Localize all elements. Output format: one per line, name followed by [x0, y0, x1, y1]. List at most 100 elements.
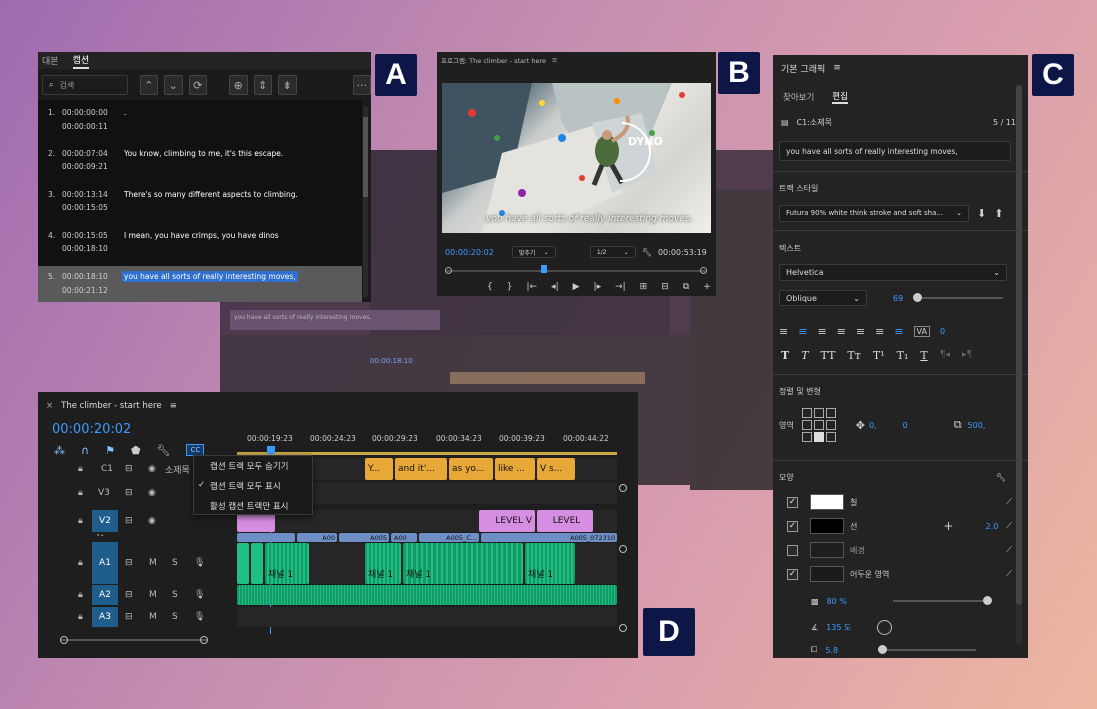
playhead[interactable]	[267, 446, 275, 454]
wrench-icon[interactable]: 🔧︎	[642, 248, 652, 257]
menu-item-show-active-only[interactable]: 활성 캡션 트랙만 표시	[210, 500, 289, 512]
close-icon[interactable]: ×	[46, 401, 53, 411]
chevron-up-icon[interactable]: ⌃	[139, 75, 158, 95]
caption-item[interactable]: 4. 00:00:15:05 00:00:18:10 I mean, you h…	[38, 226, 362, 258]
caption-text-field[interactable]: you have all sorts of really interesting…	[779, 141, 1011, 161]
vertical-zoom-handle[interactable]	[619, 624, 627, 632]
split-caption-icon[interactable]: ⇕	[253, 75, 272, 95]
horizontal-scrollbar[interactable]	[60, 636, 208, 644]
tab-script[interactable]: 대본	[42, 54, 59, 67]
overwrite-icon[interactable]: ⊟	[661, 282, 669, 292]
video-clip[interactable]: A00	[391, 533, 417, 542]
font-dropdown[interactable]: Helvetica ⌄	[779, 264, 1007, 281]
wrench-icon[interactable]: 🔧︎	[996, 473, 1006, 482]
program-scrubber[interactable]	[445, 265, 707, 275]
bold-icon[interactable]: T	[781, 349, 789, 362]
stroke-swatch[interactable]	[810, 518, 844, 534]
justify-last-icon[interactable]: ≡	[856, 325, 865, 338]
step-forward-icon[interactable]: |▸	[594, 282, 602, 292]
tab-captions[interactable]: 캡션	[72, 53, 90, 69]
fit-dropdown[interactable]: 맞추기 ⌄	[511, 246, 556, 258]
caption-item[interactable]: 2. 00:00:07:04 00:00:09:21 You know, cli…	[38, 144, 362, 176]
layer-name[interactable]: C1:소제목	[797, 117, 832, 128]
lock-icon[interactable]: 🔒︎	[78, 558, 83, 568]
more-icon[interactable]: ···	[352, 75, 371, 95]
nest-icon[interactable]: ⁂	[54, 444, 65, 457]
add-stroke-icon[interactable]: +	[943, 519, 953, 533]
font-size-slider[interactable]	[913, 293, 1004, 303]
panel-menu-icon[interactable]: ≡	[833, 63, 841, 73]
sync-lock-icon[interactable]: ⊟	[125, 516, 133, 526]
tab-browse[interactable]: 찾아보기	[783, 91, 814, 103]
mark-out-icon[interactable]: }	[507, 282, 513, 292]
audio-clip[interactable]: 채널 1	[265, 543, 309, 584]
microphone-icon[interactable]: 🎙︎	[194, 612, 205, 622]
sync-lock-icon[interactable]: ⊟	[125, 488, 133, 498]
stroke-checkbox[interactable]: ✓	[787, 520, 798, 532]
lock-icon[interactable]: 🔒︎	[78, 516, 83, 526]
sync-lock-icon[interactable]: ⊟	[125, 558, 133, 568]
subscript-icon[interactable]: T₁	[897, 349, 909, 362]
eyedropper-icon[interactable]: ⟋	[1006, 545, 1012, 555]
shadow-distance[interactable]: 5.8	[825, 646, 838, 655]
track-style-dropdown[interactable]: Futura 90% white think stroke and soft s…	[779, 204, 969, 222]
vertical-zoom-handle[interactable]	[619, 545, 627, 553]
vertical-zoom-handle[interactable]	[619, 484, 627, 492]
caption-item[interactable]: 3. 00:00:13:14 00:00:15:05 There's so ma…	[38, 185, 362, 217]
video-clip[interactable]: A00	[297, 533, 337, 542]
sequence-title[interactable]: The climber - start here	[61, 401, 161, 411]
add-button-icon[interactable]: +	[703, 282, 711, 292]
audio-clip[interactable]	[251, 543, 263, 584]
sync-lock-icon[interactable]: ⊟	[125, 612, 133, 622]
step-back-icon[interactable]: ◂|	[551, 282, 559, 292]
background-checkbox[interactable]	[787, 544, 798, 556]
caption-clip[interactable]: V s...	[537, 458, 575, 480]
stroke-width[interactable]: 2.0	[986, 522, 999, 531]
eye-icon[interactable]: ◉	[148, 516, 156, 526]
video-clip[interactable]: LEVEL V	[479, 510, 535, 532]
baseline-icon[interactable]: ≡	[894, 325, 903, 338]
audio-clip[interactable]: 채널 1	[365, 543, 401, 584]
timeline-timecode[interactable]: 00:00:20:02	[52, 422, 131, 437]
export-frame-icon[interactable]: ⧉	[683, 282, 689, 292]
marker-icon[interactable]: ⬟	[131, 444, 141, 457]
go-to-out-icon[interactable]: →|	[615, 282, 626, 292]
align-center-icon[interactable]: ≡	[798, 325, 807, 338]
video-clip[interactable]: A005_072310	[481, 533, 617, 542]
sync-lock-icon[interactable]: ⊟	[125, 590, 133, 600]
caption-scrollbar[interactable]	[363, 107, 368, 297]
fill-checkbox[interactable]: ✓	[787, 496, 798, 508]
mute-button[interactable]: M	[149, 612, 157, 622]
tab-edit[interactable]: 편집	[832, 90, 848, 104]
linked-selection-icon[interactable]: ⚑	[105, 444, 115, 457]
audio-clip[interactable]	[237, 543, 249, 584]
caption-item[interactable]: 1. 00:00:00:00 00:00:00:11 .	[38, 104, 362, 136]
video-clip[interactable]: A005_C...	[419, 533, 479, 542]
menu-item-hide-all[interactable]: 캡션 트랙 모두 숨기기	[210, 460, 289, 472]
caption-clip[interactable]: Y...	[365, 458, 393, 480]
distance-slider[interactable]	[878, 645, 977, 655]
align-right-icon[interactable]: ≡	[817, 325, 826, 338]
caption-search-field[interactable]: ⌕ 검색	[42, 75, 128, 95]
menu-item-show-all[interactable]: 캡션 트랙 모두 표시	[210, 480, 281, 492]
lock-icon[interactable]: 🔒︎	[78, 612, 83, 622]
caption-clip[interactable]: and it'...	[395, 458, 447, 480]
position-x[interactable]: 0,	[869, 421, 877, 430]
solo-button[interactable]: S	[172, 558, 178, 568]
underline-icon[interactable]: T	[920, 349, 927, 362]
angle-dial-icon[interactable]	[877, 619, 893, 635]
video-clip[interactable]: A005	[339, 533, 389, 542]
go-to-in-icon[interactable]: |←	[526, 282, 537, 292]
lock-icon[interactable]: 🔒︎	[78, 488, 83, 498]
push-style-icon[interactable]: ⬇	[977, 207, 986, 220]
mute-button[interactable]: M	[149, 558, 157, 568]
quality-dropdown[interactable]: 1/2 ⌄	[589, 246, 636, 258]
background-swatch[interactable]	[810, 542, 844, 558]
ltr-icon[interactable]: ▸¶	[962, 350, 972, 360]
microphone-icon[interactable]: 🎙︎	[194, 590, 205, 600]
eyedropper-icon[interactable]: ⟋	[1006, 521, 1012, 531]
audio-clip[interactable]	[237, 585, 617, 605]
solo-button[interactable]: S	[172, 612, 178, 622]
eyedropper-icon[interactable]: ⟋	[1006, 497, 1012, 507]
shadow-swatch[interactable]	[810, 566, 844, 582]
